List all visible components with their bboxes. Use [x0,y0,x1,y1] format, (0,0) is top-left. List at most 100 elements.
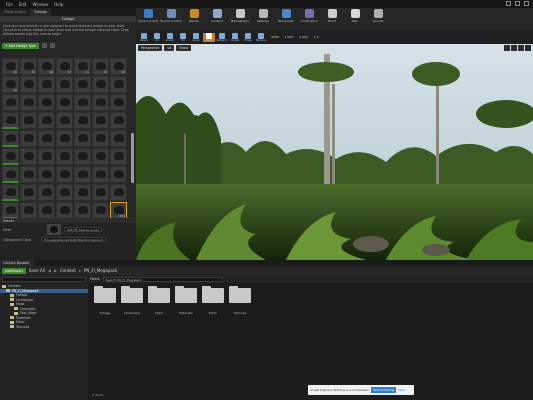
foliage-tile[interactable] [20,166,37,183]
toolbar-button-cinematics[interactable]: Cinematics [299,8,319,23]
foliage-tile[interactable]: 20 [110,58,127,75]
show-button[interactable]: Show [176,45,191,51]
foliage-tile[interactable] [92,166,109,183]
lit-button[interactable]: Lit [164,45,175,51]
foliage-tile[interactable] [20,202,37,219]
toolbar-button-content[interactable]: Content [207,8,227,23]
foliage-tile[interactable] [110,130,127,147]
toolbar-button-play[interactable]: Play [345,8,365,23]
mesh-field[interactable]: SM_FB_Sparse_Grass [64,227,102,232]
camera-speed-icon[interactable] [525,45,531,51]
foliage-tile[interactable] [74,94,91,111]
toolbar-button-save-current[interactable]: Save Current [138,8,158,23]
foliage-tile[interactable] [20,94,37,111]
breadcrumb-megapack[interactable]: PN_FI_Megapack [84,268,117,273]
scale-snap-icon[interactable] [518,45,524,51]
filters-button[interactable]: Filters [90,277,100,281]
toolbar-button-modes[interactable]: Modes [184,8,204,23]
foliage-tile[interactable] [92,148,109,165]
foliage-tile[interactable] [2,94,19,111]
foliage-tile[interactable] [92,76,109,93]
foliage-tile[interactable] [74,112,91,129]
folder-tile[interactable]: Landscape [121,286,143,315]
foliage-tile[interactable] [20,76,37,93]
foliage-tile[interactable]: 26 [38,58,55,75]
foliage-tile[interactable]: 1234 [110,202,127,219]
foliage-tile[interactable] [56,184,73,201]
foliage-tile[interactable]: 26 [2,58,19,75]
maximize-icon[interactable] [515,1,520,6]
foliage-tile[interactable] [74,184,91,201]
tab-place-actors[interactable]: Place Actors [0,9,30,16]
asset-search-input[interactable]: Search PN_FI_Megapack [102,276,223,282]
folder-tile[interactable]: Materials [175,286,197,315]
foliage-tile[interactable] [92,94,109,111]
tool-erase[interactable]: Erase [242,32,254,42]
foliage-tile[interactable] [20,130,37,147]
toolbar-button-source-control[interactable]: Source Control [160,8,182,23]
foliage-tile[interactable]: 22 [56,58,73,75]
foliage-tile[interactable] [2,130,19,147]
forward-icon[interactable]: ▶ [54,268,57,273]
foliage-tile[interactable] [92,130,109,147]
view-options-icon[interactable] [49,43,55,48]
foliage-tile[interactable]: 32 [20,58,37,75]
foliage-tile[interactable] [38,166,55,183]
perspective-button[interactable]: Perspective [138,45,163,51]
menu-edit[interactable]: Edit [19,2,27,7]
foliage-tile[interactable] [92,184,109,201]
foliage-tile[interactable] [110,76,127,93]
menu-file[interactable]: File [6,2,13,7]
minimize-icon[interactable] [506,1,511,6]
tree-item[interactable]: Textures [0,325,88,330]
add-foliage-type-button[interactable]: + Add Foliage Type [2,42,39,49]
foliage-tile[interactable] [20,112,37,129]
level-viewport[interactable]: Perspective Lit Show [136,44,533,260]
grid-snap-icon[interactable] [504,45,510,51]
toolbar-button-settings[interactable]: Settings [253,8,273,23]
foliage-tile[interactable] [38,130,55,147]
foliage-tile[interactable] [74,202,91,219]
filter-icon[interactable] [41,43,47,48]
toolbar-button-marketplace[interactable]: Marketplace [230,8,250,23]
foliage-tile[interactable] [92,112,109,129]
foliage-tile[interactable] [2,148,19,165]
tool-all[interactable]: All [151,32,163,42]
tool-paint[interactable]: Paint [203,32,215,42]
foliage-tile[interactable] [38,112,55,129]
folder-tile[interactable]: Foliage [94,286,116,315]
toolbar-button-build[interactable]: Build [322,8,342,23]
folder-tile[interactable]: Maps [148,286,170,315]
foliage-tile[interactable] [38,184,55,201]
foliage-tile[interactable]: 16 [2,76,19,93]
foliage-scrollbar[interactable] [131,133,134,183]
foliage-tile[interactable] [110,166,127,183]
tool-reapply[interactable]: Reapply [216,32,228,42]
folder-tile[interactable]: Mesh [202,286,224,315]
close-icon[interactable] [524,1,529,6]
foliage-tile[interactable] [56,130,73,147]
foliage-tile[interactable] [74,148,91,165]
foliage-tile[interactable] [2,184,19,201]
toolbar-button-launch[interactable]: Launch [368,8,388,23]
foliage-tile[interactable] [38,76,55,93]
tool-value-field[interactable]: 4096 [271,35,279,39]
foliage-tile[interactable] [56,202,73,219]
component-class-field[interactable]: FoliageInstancedStaticMeshComponent [40,237,107,242]
add-import-button[interactable]: Add/Import [2,267,26,274]
tool-value-field[interactable]: 0.000 [299,35,308,39]
foliage-tile[interactable] [20,148,37,165]
foliage-tile[interactable] [2,202,19,219]
tool-fill[interactable]: Fill [177,32,189,42]
foliage-tile[interactable] [2,166,19,183]
foliage-tile[interactable] [56,148,73,165]
toolbar-button-blueprints[interactable]: Blueprints [276,8,296,23]
tool-remove[interactable]: Remove [255,32,267,42]
foliage-tile[interactable] [56,166,73,183]
menu-help[interactable]: Help [54,2,63,7]
foliage-tile[interactable] [2,112,19,129]
foliage-tile[interactable] [38,202,55,219]
breadcrumb-content[interactable]: Content [60,268,76,273]
tool-value-field[interactable]: 1.000 [285,35,294,39]
foliage-tile[interactable] [110,112,127,129]
